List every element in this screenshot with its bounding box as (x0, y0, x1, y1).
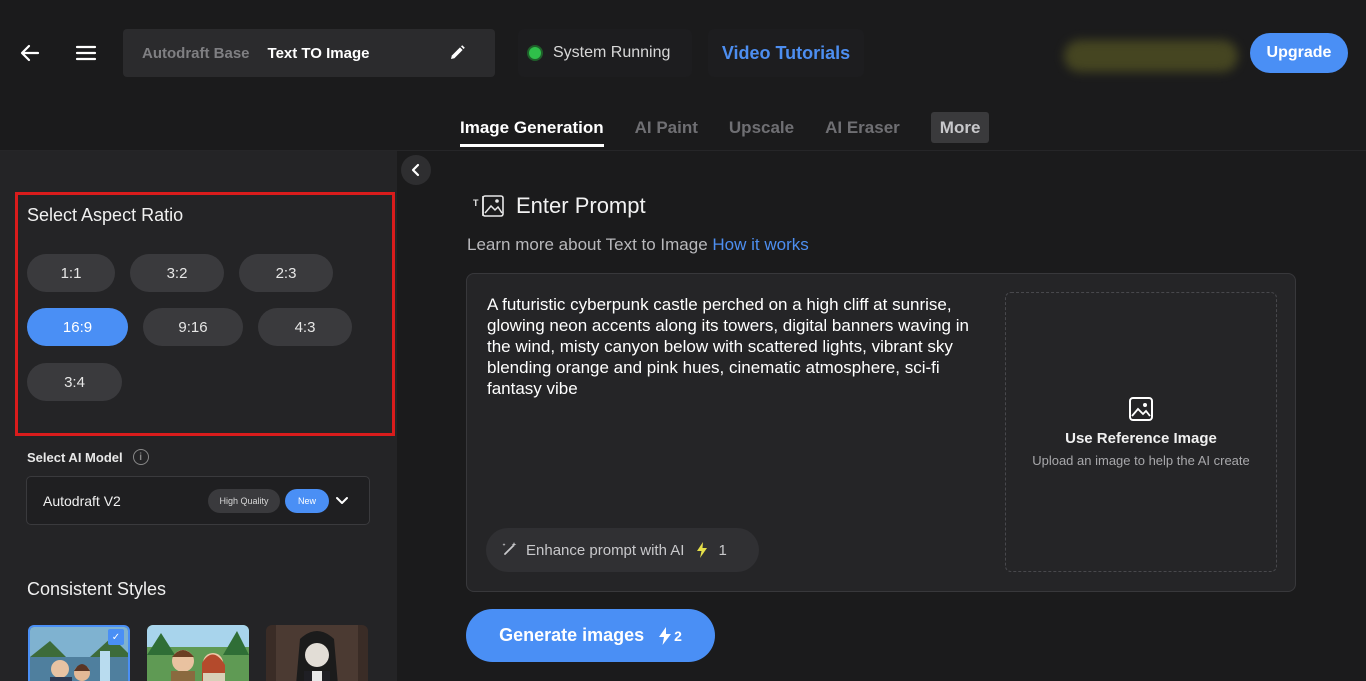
reference-image-subtitle: Upload an image to help the AI create (1032, 453, 1250, 468)
info-icon[interactable]: i (132, 449, 149, 465)
how-it-works-link[interactable]: How it works (712, 235, 808, 254)
enhance-cost: 1 (718, 541, 727, 559)
chevron-left-icon (411, 163, 420, 177)
ai-model-select[interactable]: Autodraft V2 High Quality New (26, 476, 370, 525)
reference-image-title: Use Reference Image (1065, 430, 1217, 447)
tab-ai-paint[interactable]: AI Paint (635, 110, 698, 138)
new-badge: New (285, 489, 329, 513)
prompt-title: Enter Prompt (516, 193, 646, 218)
pencil-edit-icon (451, 45, 465, 59)
model-name: Autodraft V2 (43, 492, 121, 509)
magic-wand-icon (502, 542, 517, 555)
reference-image-upload[interactable]: Use Reference Image Upload an image to h… (1005, 292, 1277, 572)
ratio-3-4[interactable]: 3:4 (27, 363, 122, 401)
text-image-icon: T (473, 195, 504, 217)
edit-title-button[interactable] (447, 43, 467, 63)
style-thumbnail-2[interactable] (147, 625, 249, 681)
tab-ai-eraser[interactable]: AI Eraser (825, 110, 900, 138)
status-text: System Running (553, 44, 671, 61)
learn-more-text: Learn more about Text to Image (467, 235, 708, 254)
consistent-styles-title: Consistent Styles (27, 579, 167, 599)
top-bar: Autodraft Base Text TO Image System Runn… (0, 0, 1366, 106)
video-tutorials-label: Video Tutorials (721, 42, 851, 63)
system-status: System Running (518, 29, 692, 77)
generate-label: Generate images (499, 625, 645, 645)
lightning-bolt-icon (697, 542, 708, 558)
style-preview-image (147, 625, 249, 681)
ratio-9-16[interactable]: 9:16 (143, 308, 243, 346)
upgrade-button[interactable]: Upgrade (1250, 33, 1348, 73)
style-preview-image (266, 625, 368, 681)
tab-image-generation[interactable]: Image Generation (460, 110, 604, 147)
generate-images-button[interactable]: Generate images 2 (466, 609, 715, 662)
style-thumbnail-1[interactable]: ✓ (28, 625, 130, 681)
ai-model-label: Select AI Model i (27, 449, 149, 465)
ratio-1-1[interactable]: 1:1 (27, 254, 115, 292)
video-tutorials-link[interactable]: Video Tutorials (708, 29, 864, 77)
learn-more-line: Learn more about Text to Image How it wo… (467, 235, 809, 255)
status-indicator-icon (529, 47, 541, 59)
tool-tabs: Image Generation AI Paint Upscale AI Era… (460, 110, 1020, 150)
chevron-down-icon (336, 497, 348, 504)
hamburger-menu-icon (75, 45, 97, 61)
prompt-textarea[interactable]: A futuristic cyberpunk castle perched on… (487, 294, 992, 399)
prompt-card: A futuristic cyberpunk castle perched on… (466, 273, 1296, 592)
lightning-bolt-icon (659, 626, 672, 645)
enhance-prompt-button[interactable]: Enhance prompt with AI 1 (486, 528, 759, 572)
prompt-header: T Enter Prompt (472, 192, 646, 220)
ratio-3-2[interactable]: 3:2 (130, 254, 224, 292)
generate-cost: 2 (674, 627, 682, 644)
back-button[interactable] (14, 38, 46, 68)
check-icon: ✓ (108, 629, 124, 645)
breadcrumb: Autodraft Base Text TO Image (123, 29, 495, 77)
ratio-2-3[interactable]: 2:3 (239, 254, 333, 292)
settings-sidebar: Select Aspect Ratio 1:1 3:2 2:3 16:9 9:1… (0, 151, 397, 681)
back-arrow-icon (20, 44, 40, 62)
breadcrumb-base[interactable]: Autodraft Base (142, 45, 250, 62)
tab-more[interactable]: More (930, 112, 990, 143)
image-icon (1129, 397, 1153, 421)
tab-upscale[interactable]: Upscale (729, 110, 794, 138)
aspect-ratio-title: Select Aspect Ratio (27, 205, 184, 225)
enhance-prompt-label: Enhance prompt with AI (526, 541, 685, 559)
style-thumbnail-3[interactable] (266, 625, 368, 681)
collapse-sidebar-button[interactable] (401, 155, 431, 185)
ai-model-label-text: Select AI Model (27, 449, 123, 465)
menu-button[interactable] (70, 38, 102, 68)
ratio-4-3[interactable]: 4:3 (258, 308, 352, 346)
breadcrumb-current: Text TO Image (267, 44, 370, 62)
ratio-16-9[interactable]: 16:9 (27, 308, 128, 346)
high-quality-badge: High Quality (208, 489, 280, 513)
blurred-account-info (1064, 40, 1238, 72)
svg-text:T: T (473, 198, 479, 208)
